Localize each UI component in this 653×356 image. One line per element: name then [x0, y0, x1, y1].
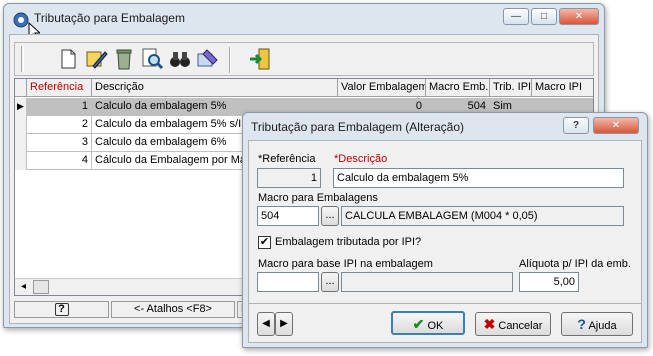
toolbar-separator	[229, 47, 231, 73]
edit-dialog: Tributação para Embalagem (Alteração) ? …	[242, 112, 648, 348]
toolbar	[14, 42, 594, 76]
macro-embalagens-description: CALCULA EMBALAGEM (M004 * 0,05)	[341, 206, 624, 226]
row-indicator-header	[15, 79, 27, 97]
toolbar-grip	[21, 46, 24, 72]
preview-search-icon[interactable]	[139, 46, 165, 72]
dialog-close-button[interactable]: ✕	[593, 117, 639, 134]
column-header-descricao[interactable]: Descrição	[92, 79, 338, 97]
maximize-button[interactable]: □	[531, 8, 557, 25]
previous-record-button[interactable]: ◀	[257, 312, 275, 336]
cell-referencia: 2	[27, 116, 92, 134]
cancel-button-label: Cancelar	[498, 320, 543, 332]
help-button-label: Ajuda	[588, 320, 617, 332]
next-record-button[interactable]: ▶	[275, 312, 293, 336]
row-indicator	[15, 152, 27, 170]
macro-ipi-field[interactable]	[257, 272, 319, 292]
descricao-field[interactable]: Calculo da embalagem 5%	[333, 168, 624, 188]
help-question-icon: ?	[577, 316, 586, 332]
column-header-macro-emb[interactable]: Macro Emb.	[426, 79, 490, 97]
dialog-title: Tributação para Embalagem (Alteração)	[251, 120, 464, 134]
row-indicator	[15, 116, 27, 134]
edit-icon[interactable]	[83, 46, 109, 72]
ipi-checkbox-label[interactable]: Embalagem tributada por IPI?	[275, 236, 421, 248]
grid-header: Referência Descrição Valor Embalagem Mac…	[15, 79, 593, 97]
macro-ipi-lookup-button[interactable]: ...	[321, 272, 339, 292]
dialog-separator	[248, 303, 642, 304]
ok-button[interactable]: ✔ OK	[391, 311, 465, 335]
cancel-x-icon: ✖	[483, 316, 496, 332]
column-header-referencia[interactable]: Referência	[27, 79, 92, 97]
row-pointer-icon: ▶	[15, 98, 27, 116]
dialog-title-bar[interactable]: Tributação para Embalagem (Alteração) ? …	[243, 113, 647, 141]
aliquota-label: Alíquota p/ IPI da emb.	[519, 258, 631, 270]
delete-icon[interactable]	[111, 46, 137, 72]
ipi-checkbox[interactable]: ✔	[258, 236, 271, 249]
scroll-thumb[interactable]	[33, 280, 49, 294]
ok-button-label: OK	[427, 320, 444, 332]
dialog-help-button[interactable]: ?	[563, 117, 589, 134]
column-header-macro-ipi[interactable]: Macro IPI	[532, 79, 593, 97]
cell-referencia: 1	[27, 98, 92, 116]
main-window-title: Tributação para Embalagem	[34, 11, 185, 25]
macro-ipi-label: Macro para base IPI na embalagem	[258, 258, 433, 270]
filter-icon[interactable]	[195, 46, 221, 72]
macro-embalagens-lookup-button[interactable]: ...	[321, 206, 339, 226]
check-icon: ✔	[412, 316, 425, 332]
status-help-panel: ?	[14, 301, 109, 318]
exit-icon[interactable]	[247, 46, 273, 72]
help-button[interactable]: ? Ajuda	[561, 312, 633, 336]
descricao-label: *Descrição	[334, 153, 388, 165]
macro-embalagens-field[interactable]: 504	[257, 206, 319, 226]
cancel-button[interactable]: ✖ Cancelar	[475, 312, 551, 336]
cell-referencia: 4	[27, 152, 92, 170]
column-header-valor-embalagem[interactable]: Valor Embalagem	[338, 79, 426, 97]
find-binoculars-icon[interactable]	[167, 46, 193, 72]
referencia-field[interactable]: 1	[257, 168, 321, 188]
cell-referencia: 3	[27, 134, 92, 152]
macro-embalagens-label: Macro para Embalagens	[258, 192, 378, 204]
referencia-label: *Referência	[258, 153, 316, 165]
shortcuts-panel[interactable]: <- Atalhos <F8>	[111, 301, 235, 318]
close-button[interactable]: ✕	[559, 8, 599, 25]
macro-ipi-description	[341, 272, 513, 292]
help-icon[interactable]: ?	[54, 303, 69, 316]
row-indicator	[15, 134, 27, 152]
aliquota-field[interactable]: 5,00	[519, 272, 579, 292]
new-document-icon[interactable]	[55, 46, 81, 72]
minimize-button[interactable]: —	[503, 8, 529, 25]
column-header-trib-ipi[interactable]: Trib. IPI	[490, 79, 532, 97]
scroll-left-button[interactable]: ◂	[15, 279, 32, 295]
main-title-bar[interactable]: Tributação para Embalagem — □ ✕	[4, 4, 604, 42]
